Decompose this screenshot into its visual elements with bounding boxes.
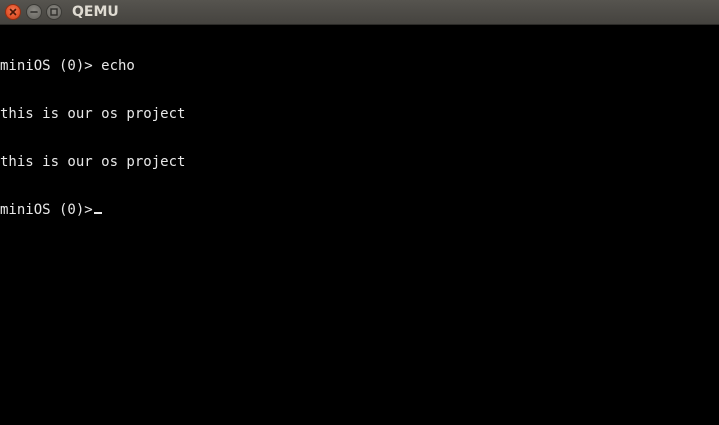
emulator-screen[interactable]: miniOS (0)> echo this is our os project … [0,26,719,425]
prompt-line[interactable]: miniOS (0)> [0,202,185,218]
console-line: this is our os project [0,154,186,170]
maximize-icon [50,8,58,16]
minimize-button[interactable] [26,4,42,20]
console-line: this is our os project [0,106,186,122]
maximize-button[interactable] [46,4,62,20]
close-icon [9,8,17,16]
prompt-text: miniOS (0)> [0,202,93,218]
close-button[interactable] [5,4,21,20]
console-line: miniOS (0)> echo [0,58,135,74]
title-bar[interactable]: QEMU [0,0,719,25]
console-output: miniOS (0)> echo this is our os project … [0,26,185,250]
text-cursor [93,212,102,214]
minimize-icon [30,11,38,13]
qemu-window: QEMU miniOS (0)> echo this is our os pro… [0,0,719,425]
window-title: QEMU [72,4,119,20]
